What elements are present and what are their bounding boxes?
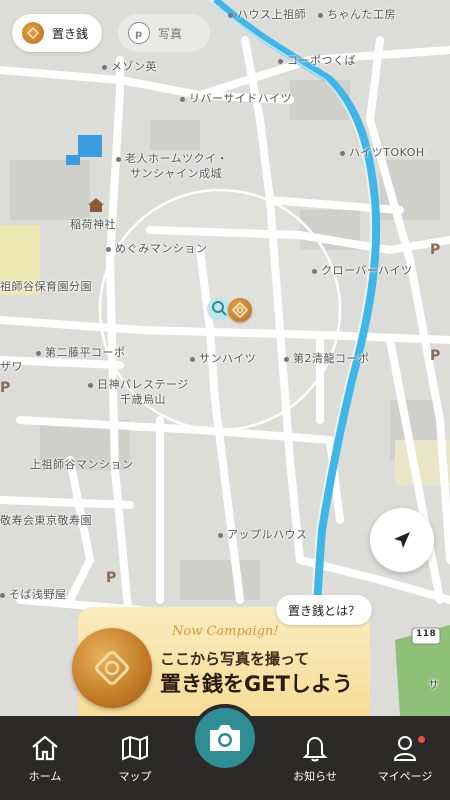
map-label: 稲荷神社 <box>70 218 116 231</box>
campaign-coin-icon <box>72 628 152 708</box>
tab-home[interactable]: ホーム <box>0 716 90 800</box>
navigation-arrow-icon <box>394 532 410 548</box>
map-label: サ <box>428 678 440 691</box>
photo-p-icon: p <box>128 22 150 44</box>
route-number-sign: 118 <box>416 629 437 639</box>
campaign-tag: Now Campaign! <box>172 624 279 639</box>
bell-icon <box>302 736 328 762</box>
tab-label: マイページ <box>377 770 433 783</box>
parking-marker: P <box>430 348 441 364</box>
tab-mypage[interactable]: マイページ <box>360 716 450 800</box>
filter-chip-photo[interactable]: p 写真 <box>118 14 210 52</box>
parking-marker: P <box>0 380 11 396</box>
map-label: リバーサイドハイツ <box>180 90 292 106</box>
parking-marker: P <box>106 570 117 586</box>
map-label: 祖師谷保育園分園 <box>0 280 92 293</box>
map-label: メゾン英 <box>102 58 157 74</box>
coin-icon <box>231 301 249 319</box>
campaign-text-line1: ここから写真を撮って <box>160 650 310 668</box>
filter-chip-label: 写真 <box>158 26 183 41</box>
map-icon <box>122 735 148 761</box>
map-label: めぐみマンション <box>106 240 207 256</box>
map-label: ザワ <box>0 360 23 373</box>
tab-label: お知らせ <box>293 770 337 783</box>
svg-text:p: p <box>135 29 142 40</box>
tab-map[interactable]: マップ <box>90 716 180 800</box>
coin-icon <box>22 22 44 44</box>
map-label: サンシャイン成城 <box>130 167 222 180</box>
camera-icon <box>210 725 240 751</box>
map-label: コーポつくば <box>278 52 356 68</box>
map-label: 老人ホームツクイ・ <box>116 150 228 166</box>
map-label: ハイツTOKOH <box>340 144 425 160</box>
coin-marker[interactable] <box>228 298 252 322</box>
parking-marker: P <box>430 242 441 258</box>
map-label: そば浅野屋 <box>0 586 67 602</box>
tab-label: マップ <box>118 770 152 783</box>
map-label: ハウス上祖師 <box>228 6 306 22</box>
map-label: 敬寿会東京敬寿園 <box>0 514 92 527</box>
home-icon <box>32 735 58 761</box>
map-label: 千歳烏山 <box>120 393 166 406</box>
map-label: ちゃんた工房 <box>318 6 396 22</box>
notification-badge <box>418 736 425 743</box>
map-label: 第二藤平コーポ <box>36 344 126 360</box>
user-icon <box>393 736 417 761</box>
tab-notifications[interactable]: お知らせ <box>270 716 360 800</box>
tab-label: ホーム <box>28 770 62 783</box>
map-label: 日神パレステージ <box>88 376 189 392</box>
map-label: 上祖師谷マンション <box>30 458 134 471</box>
map-label: アップルハウス <box>218 526 308 542</box>
map-label: クローバーハイツ <box>312 262 412 278</box>
locate-button[interactable] <box>370 508 434 572</box>
map-label: サンハイツ <box>190 350 256 366</box>
camera-button[interactable] <box>191 704 259 772</box>
map-label: 第2清龍コーポ <box>284 350 370 366</box>
filter-chip-coin[interactable]: 置き銭 <box>12 14 103 52</box>
what-is-okizeni-button[interactable]: 置き銭とは？ <box>276 595 373 625</box>
campaign-text-line2: 置き銭をGETしよう <box>160 672 353 696</box>
filter-chip-label: 置き銭 <box>52 26 89 41</box>
